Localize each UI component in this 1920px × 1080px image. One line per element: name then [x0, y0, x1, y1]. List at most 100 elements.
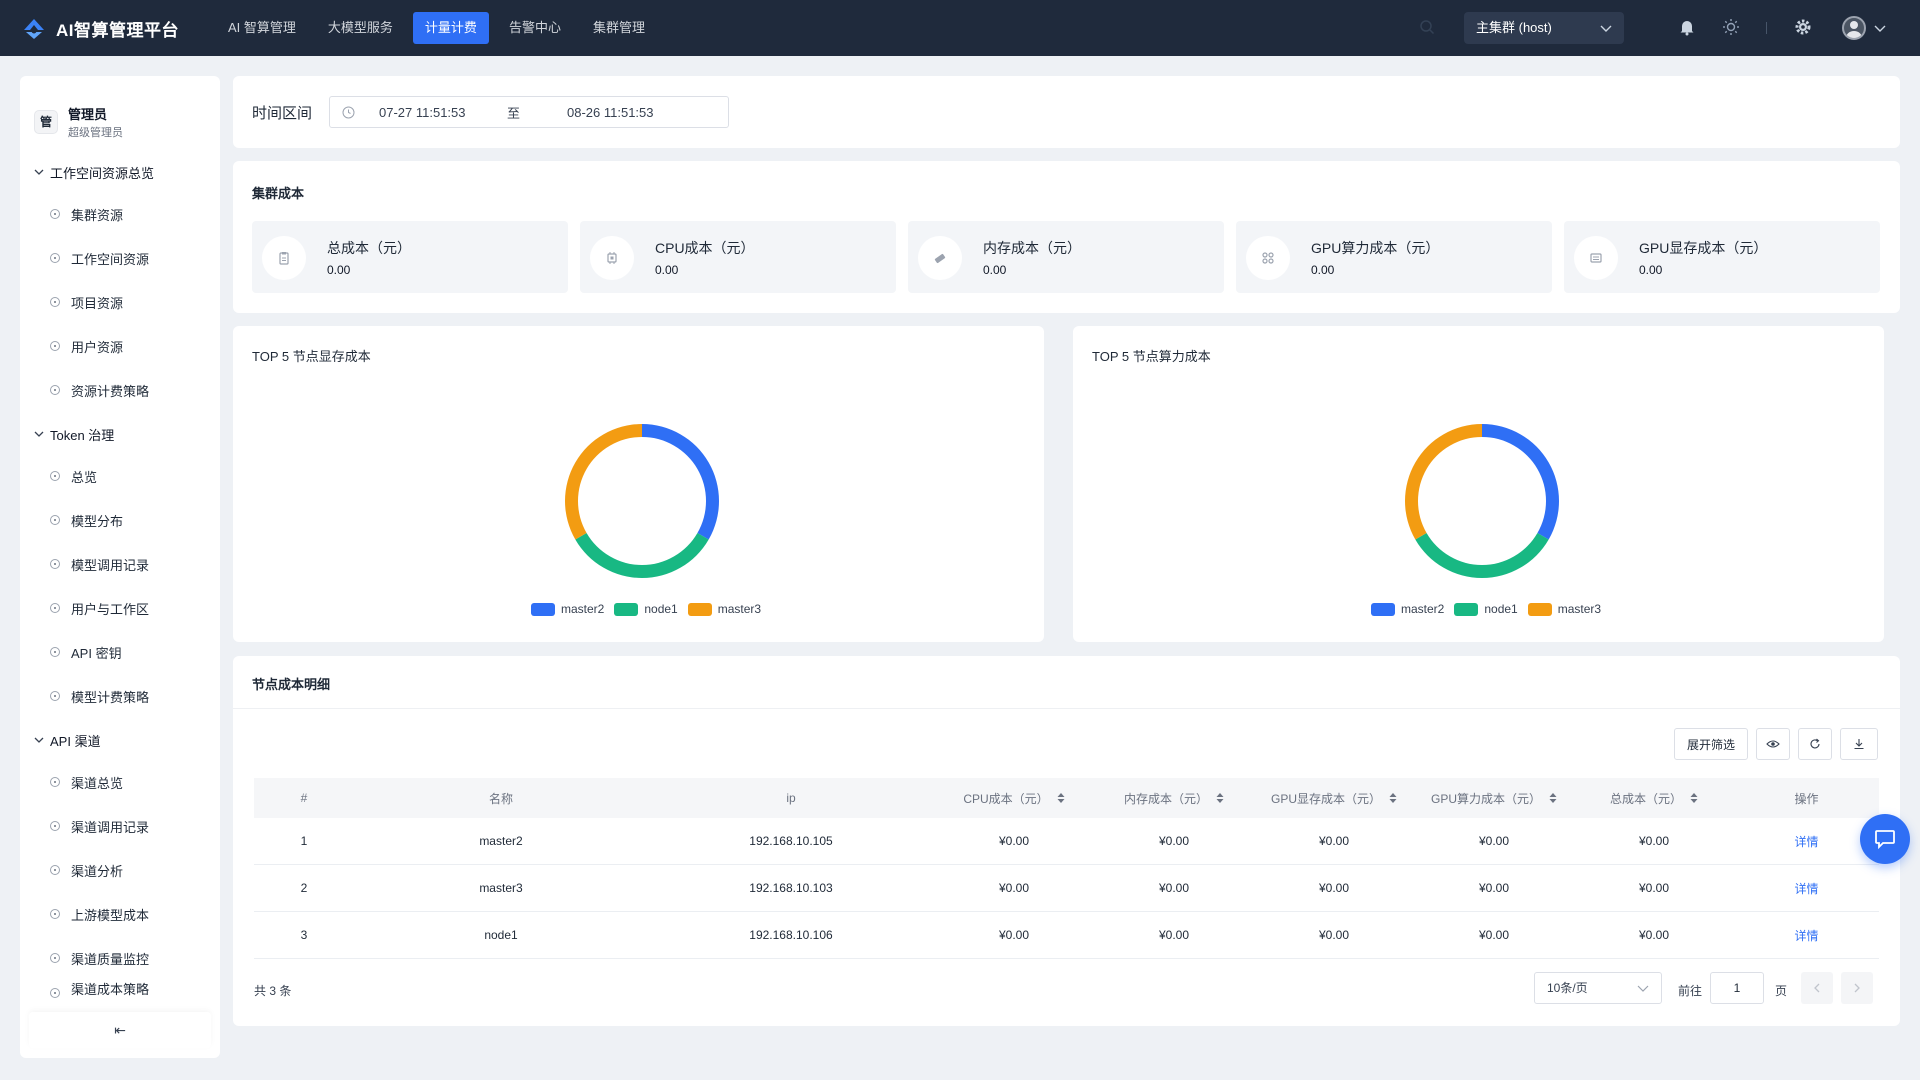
menu-item-icon — [50, 341, 60, 351]
menu-item-icon — [50, 909, 60, 919]
legend-item[interactable]: master3 — [1527, 602, 1601, 616]
sidebar-item-label: 上游模型成本 — [71, 907, 150, 923]
column-header[interactable]: CPU成本（元） — [934, 790, 1094, 807]
refresh-button[interactable] — [1798, 728, 1832, 760]
date-range-picker[interactable]: 07-27 11:51:53 至 08-26 11:51:53 — [329, 96, 729, 128]
sidebar-item[interactable]: 渠道调用记录 — [20, 804, 220, 848]
next-page-button[interactable] — [1841, 972, 1873, 1004]
download-icon — [1854, 739, 1864, 750]
range-start-input[interactable]: 07-27 11:51:53 — [379, 105, 507, 120]
cpu-icon — [590, 236, 634, 280]
donut-slice-master2[interactable] — [1482, 424, 1559, 540]
collapse-sidebar-button[interactable]: ⇤ — [29, 1012, 211, 1048]
sidebar-item[interactable]: 渠道总览 — [20, 760, 220, 804]
column-header-label: GPU显存成本（元） — [1270, 791, 1381, 806]
logo[interactable]: AI智算管理平台 — [20, 16, 216, 41]
sidebar-item-label: 渠道质量监控 — [71, 951, 150, 967]
legend-swatch — [1371, 602, 1395, 616]
column-header[interactable]: 总成本（元） — [1574, 790, 1734, 807]
table-cell: ¥0.00 — [1638, 928, 1670, 942]
nav-item[interactable]: 集群管理 — [581, 12, 657, 44]
page-size-value: 10条/页 — [1547, 981, 1588, 995]
legend-item[interactable]: node1 — [614, 602, 678, 616]
nav-item[interactable]: AI 智算管理 — [216, 12, 308, 44]
clock-icon — [342, 106, 355, 118]
sidebar-group-title[interactable]: 工作空间资源总览 — [20, 152, 220, 192]
download-button[interactable] — [1840, 728, 1878, 760]
page-number-input[interactable]: 1 — [1710, 972, 1764, 1004]
sidebar-item[interactable]: 集群资源 — [20, 192, 220, 236]
donut-slice-node1[interactable] — [1415, 533, 1549, 578]
nav-item[interactable]: 大模型服务 — [316, 12, 405, 44]
details-link[interactable]: 详情 — [1734, 880, 1879, 897]
chevron-down-icon[interactable] — [1874, 23, 1886, 33]
chevron-down-icon — [1637, 985, 1649, 992]
sort-icon[interactable] — [1389, 792, 1397, 804]
sort-icon[interactable] — [1216, 792, 1224, 804]
menu-item-icon — [50, 777, 60, 787]
donut-slice-node1[interactable] — [575, 533, 709, 578]
details-link[interactable]: 详情 — [1734, 927, 1879, 944]
column-header[interactable]: GPU算力成本（元） — [1414, 790, 1574, 807]
cluster-select[interactable]: 主集群 (host) — [1464, 12, 1624, 44]
menu-item-icon — [50, 385, 60, 395]
bell-icon[interactable] — [1678, 18, 1696, 36]
donut-slice-master3[interactable] — [1405, 424, 1482, 540]
table-cell: ¥0.00 — [1318, 928, 1350, 942]
table-body: 1 master2 192.168.10.105 ¥0.00 ¥0.00 ¥0.00 ¥0.… — [254, 818, 1879, 959]
gear-icon[interactable] — [1794, 18, 1812, 36]
range-separator: 至 — [507, 105, 521, 121]
sidebar-item[interactable]: 渠道成本策略 — [20, 980, 220, 998]
sort-icon[interactable] — [1690, 792, 1698, 804]
search-icon[interactable] — [1419, 19, 1435, 35]
column-visibility-button[interactable] — [1756, 728, 1790, 760]
sidebar-item[interactable]: 模型调用记录 — [20, 542, 220, 586]
nav-item[interactable]: 告警中心 — [497, 12, 573, 44]
column-header-label: 操作 — [1794, 791, 1819, 806]
sidebar-item[interactable]: 总览 — [20, 454, 220, 498]
table-cell: node1 — [484, 928, 518, 942]
table-cell: ¥0.00 — [1318, 834, 1350, 848]
sidebar-item[interactable]: API 密钥 — [20, 630, 220, 674]
chart-card-compute: TOP 5 节点算力成本 master2 node1 master3 — [1073, 326, 1884, 642]
sidebar-item[interactable]: 用户与工作区 — [20, 586, 220, 630]
sidebar-item[interactable]: 模型分布 — [20, 498, 220, 542]
legend-item[interactable]: master2 — [1371, 602, 1444, 616]
expand-filter-button[interactable]: 展开筛选 — [1674, 728, 1748, 760]
sidebar-item[interactable]: 工作空间资源 — [20, 236, 220, 280]
column-header[interactable]: 内存成本（元） — [1094, 790, 1254, 807]
eye-icon — [1766, 740, 1780, 748]
user-name: 管理员 — [68, 107, 108, 122]
sidebar-item[interactable]: 模型计费策略 — [20, 674, 220, 718]
sun-icon[interactable] — [1722, 18, 1740, 36]
chat-button[interactable] — [1860, 814, 1910, 864]
sidebar-item-label: 模型计费策略 — [71, 689, 150, 705]
sidebar-group-title[interactable]: Token 治理 — [20, 414, 220, 454]
sidebar-item[interactable]: 上游模型成本 — [20, 892, 220, 936]
sidebar-item[interactable]: 项目资源 — [20, 280, 220, 324]
nav-item[interactable]: 计量计费 — [412, 12, 489, 44]
legend-item[interactable]: node1 — [1454, 602, 1518, 616]
details-link[interactable]: 详情 — [1734, 833, 1879, 850]
avatar[interactable] — [1842, 16, 1866, 40]
stat-total-cost: 总成本（元） 0.00 — [252, 221, 568, 293]
table-cell: master2 — [479, 834, 523, 848]
donut-slice-master3[interactable] — [565, 424, 642, 540]
sort-icon[interactable] — [1057, 792, 1065, 804]
sidebar-group-title[interactable]: API 渠道 — [20, 720, 220, 760]
page-size-select[interactable]: 10条/页 — [1534, 972, 1662, 1004]
table-cell: ¥0.00 — [1158, 834, 1190, 848]
sidebar-item[interactable]: 渠道质量监控 — [20, 936, 220, 980]
column-header[interactable]: GPU显存成本（元） — [1254, 790, 1414, 807]
sidebar-item[interactable]: 用户资源 — [20, 324, 220, 368]
column-header-label: CPU成本（元） — [963, 791, 1049, 806]
sidebar-item[interactable]: 资源计费策略 — [20, 368, 220, 412]
refresh-icon — [1810, 738, 1820, 749]
prev-page-button[interactable] — [1801, 972, 1833, 1004]
sidebar-item[interactable]: 渠道分析 — [20, 848, 220, 892]
range-end-input[interactable]: 08-26 11:51:53 — [567, 105, 654, 120]
legend-item[interactable]: master2 — [531, 602, 604, 616]
sort-icon[interactable] — [1549, 792, 1557, 804]
donut-slice-master2[interactable] — [642, 424, 719, 540]
legend-item[interactable]: master3 — [687, 602, 761, 616]
